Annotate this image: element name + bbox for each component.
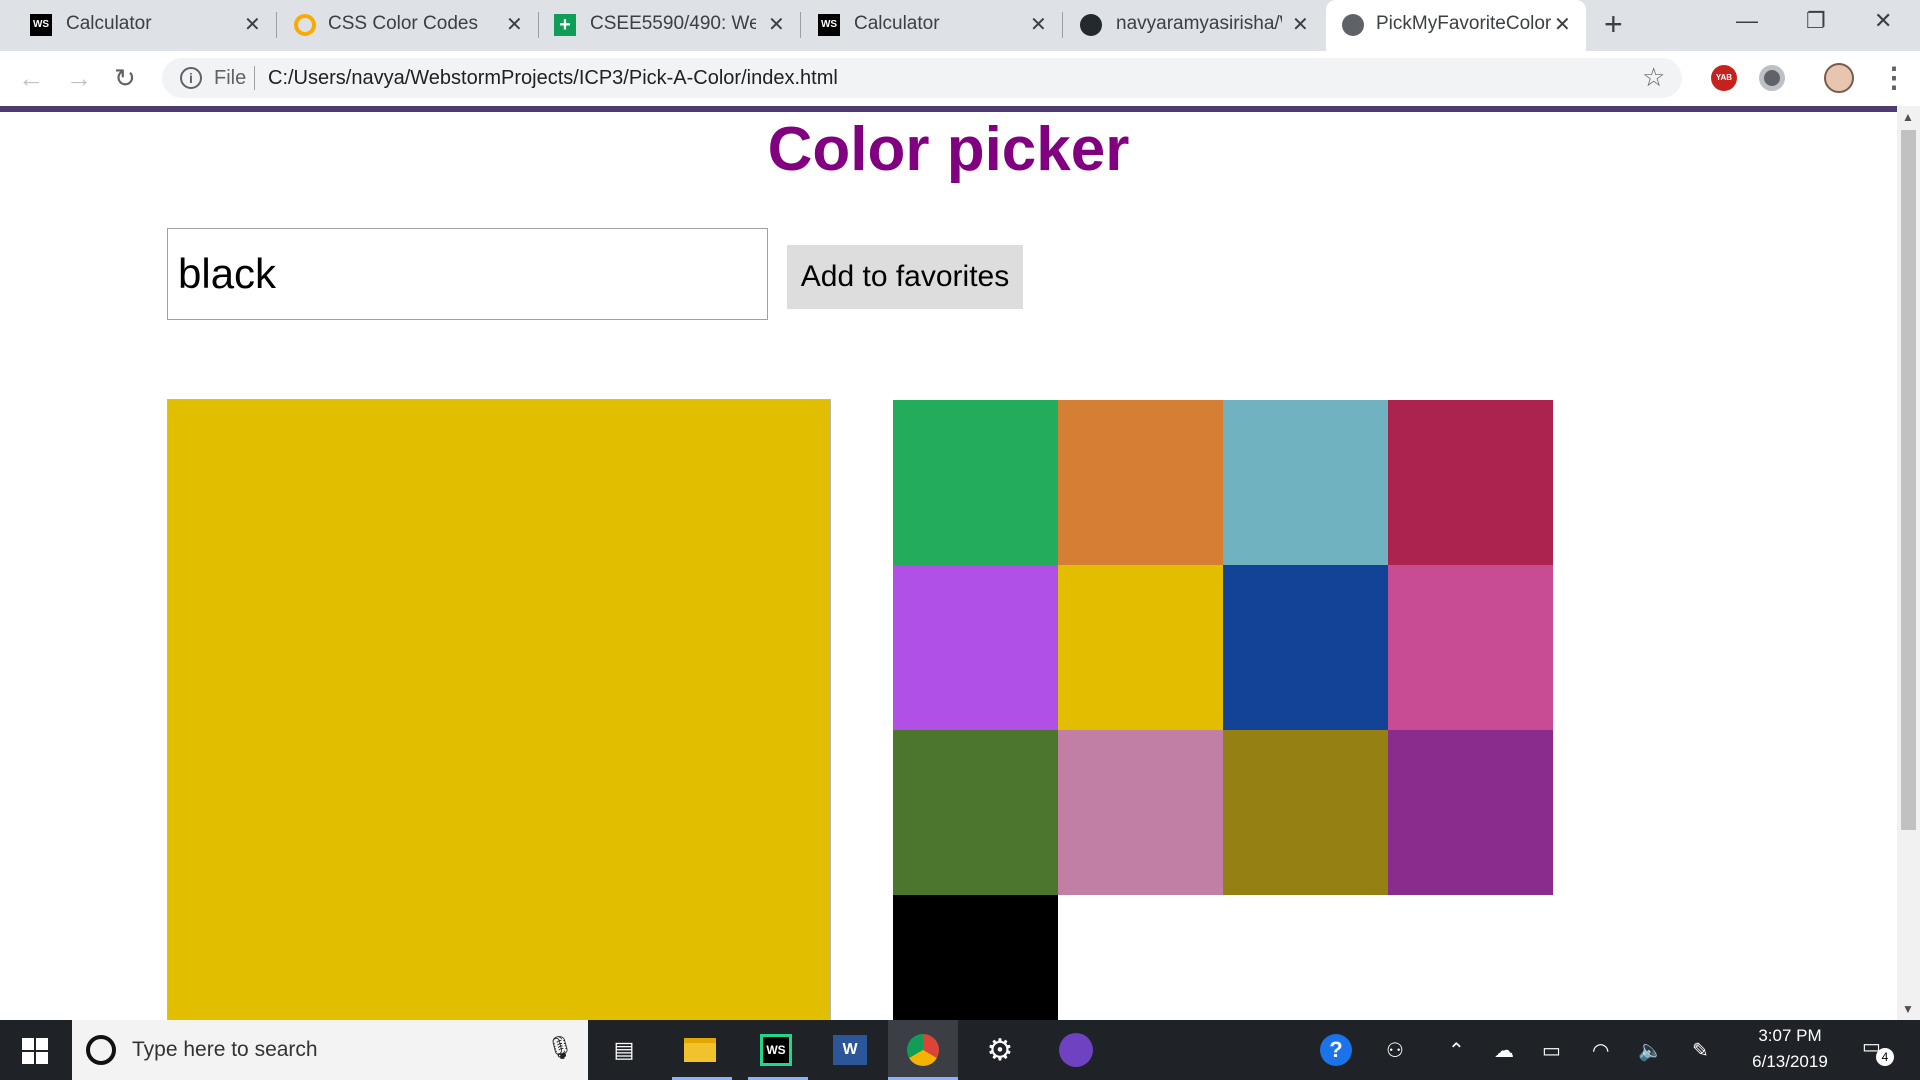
- page-title: Color picker: [767, 115, 1130, 184]
- tab-calculator-2[interactable]: WS Calculator ✕: [802, 0, 1062, 51]
- yab-extension-icon[interactable]: YAB: [1711, 65, 1737, 91]
- word-icon[interactable]: W: [830, 1030, 870, 1070]
- scrollbar[interactable]: ▲ ▼: [1897, 106, 1920, 1020]
- webstorm-icon: WS: [818, 14, 840, 36]
- clock-date[interactable]: 6/13/2019: [1740, 1052, 1840, 1072]
- close-icon[interactable]: ✕: [244, 12, 261, 37]
- minimize-button[interactable]: —: [1736, 8, 1758, 34]
- notification-count: 4: [1876, 1048, 1894, 1066]
- tab-separator: [800, 12, 801, 38]
- color-swatch[interactable]: [1058, 400, 1223, 565]
- info-icon[interactable]: i: [180, 67, 202, 89]
- url-text[interactable]: C:/Users/navya/WebstormProjects/ICP3/Pic…: [268, 67, 838, 90]
- tab-github[interactable]: navyaramyasirisha/W ✕: [1064, 0, 1324, 51]
- avatar[interactable]: [1824, 63, 1854, 93]
- tab-css-color-codes[interactable]: CSS Color Codes ✕: [278, 0, 538, 51]
- reload-icon[interactable]: ↻: [114, 63, 136, 93]
- scroll-thumb[interactable]: [1901, 130, 1916, 830]
- taskbar: Type here to search 🎙 ▤ WS W ⚙ ? ⚇ ⌃ ☁ ▭…: [0, 1020, 1920, 1080]
- close-icon[interactable]: ✕: [1030, 12, 1047, 37]
- wifi-icon[interactable]: ◠: [1592, 1038, 1609, 1063]
- color-swatch[interactable]: [1223, 730, 1388, 895]
- color-swatch[interactable]: [893, 895, 1058, 1020]
- new-tab-button[interactable]: +: [1604, 8, 1623, 40]
- pen-icon[interactable]: ✎: [1692, 1038, 1709, 1063]
- color-swatch[interactable]: [893, 730, 1058, 895]
- color-swatch[interactable]: [893, 400, 1058, 565]
- page-content: Color picker Add to favorites: [0, 112, 1897, 1020]
- close-icon[interactable]: ✕: [768, 12, 785, 37]
- tab-title: CSEE5590/490: Web/: [590, 13, 756, 34]
- tab-separator: [1062, 12, 1063, 38]
- window-close-button[interactable]: ✕: [1874, 8, 1892, 34]
- tab-separator: [538, 12, 539, 38]
- add-to-favorites-button[interactable]: Add to favorites: [787, 245, 1023, 309]
- tab-title: PickMyFavoriteColor: [1376, 13, 1552, 34]
- tab-strip: WS Calculator ✕ CSS Color Codes ✕ + CSEE…: [0, 0, 1920, 51]
- bookmark-star-icon[interactable]: ☆: [1642, 62, 1665, 93]
- tab-title: Calculator: [66, 13, 152, 34]
- notifications-icon[interactable]: ▭ 4: [1862, 1034, 1894, 1066]
- chevron-up-icon[interactable]: ⌃: [1448, 1038, 1465, 1063]
- battery-icon[interactable]: ▭: [1542, 1038, 1561, 1063]
- help-icon[interactable]: ?: [1316, 1030, 1356, 1070]
- color-swatch[interactable]: [1223, 400, 1388, 565]
- color-input[interactable]: [167, 228, 768, 320]
- tab-title: Calculator: [854, 13, 940, 34]
- onedrive-icon[interactable]: ☁: [1494, 1038, 1514, 1063]
- chrome-icon[interactable]: [903, 1030, 943, 1070]
- color-preview: [167, 399, 831, 1020]
- address-divider: [254, 66, 255, 90]
- scroll-up-icon[interactable]: ▲: [1902, 110, 1914, 124]
- github-desktop-icon[interactable]: [1056, 1030, 1096, 1070]
- favorite-swatches: [893, 400, 1553, 1020]
- github-icon: [1080, 14, 1102, 36]
- tab-pickmyfavoritecolor[interactable]: PickMyFavoriteColor ✕: [1326, 0, 1586, 51]
- clock-time[interactable]: 3:07 PM: [1750, 1026, 1830, 1046]
- color-swatch[interactable]: [1388, 730, 1553, 895]
- volume-icon[interactable]: 🔈: [1638, 1038, 1663, 1063]
- taskbar-search[interactable]: Type here to search 🎙: [72, 1020, 588, 1080]
- sheets-icon: +: [554, 14, 576, 36]
- color-swatch[interactable]: [893, 565, 1058, 730]
- forward-arrow-icon[interactable]: →: [66, 63, 92, 93]
- color-swatch[interactable]: [1223, 565, 1388, 730]
- color-swatch[interactable]: [1058, 565, 1223, 730]
- menu-icon[interactable]: ⋮: [1880, 61, 1908, 94]
- close-icon[interactable]: ✕: [506, 12, 523, 37]
- microphone-icon[interactable]: 🎙: [546, 1035, 574, 1061]
- task-view-icon[interactable]: ▤: [604, 1030, 644, 1070]
- color-swatch[interactable]: [1388, 400, 1553, 565]
- scroll-down-icon[interactable]: ▼: [1902, 1002, 1914, 1016]
- tab-title: navyaramyasirisha/W: [1116, 13, 1282, 34]
- windows-start-icon[interactable]: [22, 1038, 48, 1064]
- search-icon: [294, 14, 316, 36]
- settings-gear-icon[interactable]: ⚙: [980, 1030, 1020, 1070]
- tab-title: CSS Color Codes: [328, 13, 478, 34]
- tab-csee5590[interactable]: + CSEE5590/490: Web/ ✕: [540, 0, 800, 51]
- cortana-icon: [86, 1035, 116, 1065]
- webstorm-icon: WS: [30, 14, 52, 36]
- tab-separator: [276, 12, 277, 38]
- globe-icon: [1342, 14, 1364, 36]
- webstorm-taskbar-icon[interactable]: WS: [756, 1030, 796, 1070]
- scheme-label: File: [214, 67, 247, 89]
- address-bar[interactable]: i File C:/Users/navya/WebstormProjects/I…: [162, 58, 1682, 98]
- file-explorer-icon[interactable]: [680, 1030, 720, 1070]
- browser-toolbar: ← → ↻ i File C:/Users/navya/WebstormProj…: [0, 51, 1920, 106]
- close-icon[interactable]: ✕: [1554, 12, 1571, 37]
- restore-button[interactable]: ❐: [1806, 8, 1826, 34]
- back-arrow-icon[interactable]: ←: [18, 63, 44, 93]
- tab-calculator-1[interactable]: WS Calculator ✕: [0, 0, 270, 51]
- search-placeholder: Type here to search: [132, 1038, 318, 1061]
- color-swatch[interactable]: [1388, 565, 1553, 730]
- close-icon[interactable]: ✕: [1292, 12, 1309, 37]
- people-icon[interactable]: ⚇: [1386, 1038, 1404, 1063]
- extension-icon[interactable]: [1759, 65, 1785, 91]
- color-swatch[interactable]: [1058, 730, 1223, 895]
